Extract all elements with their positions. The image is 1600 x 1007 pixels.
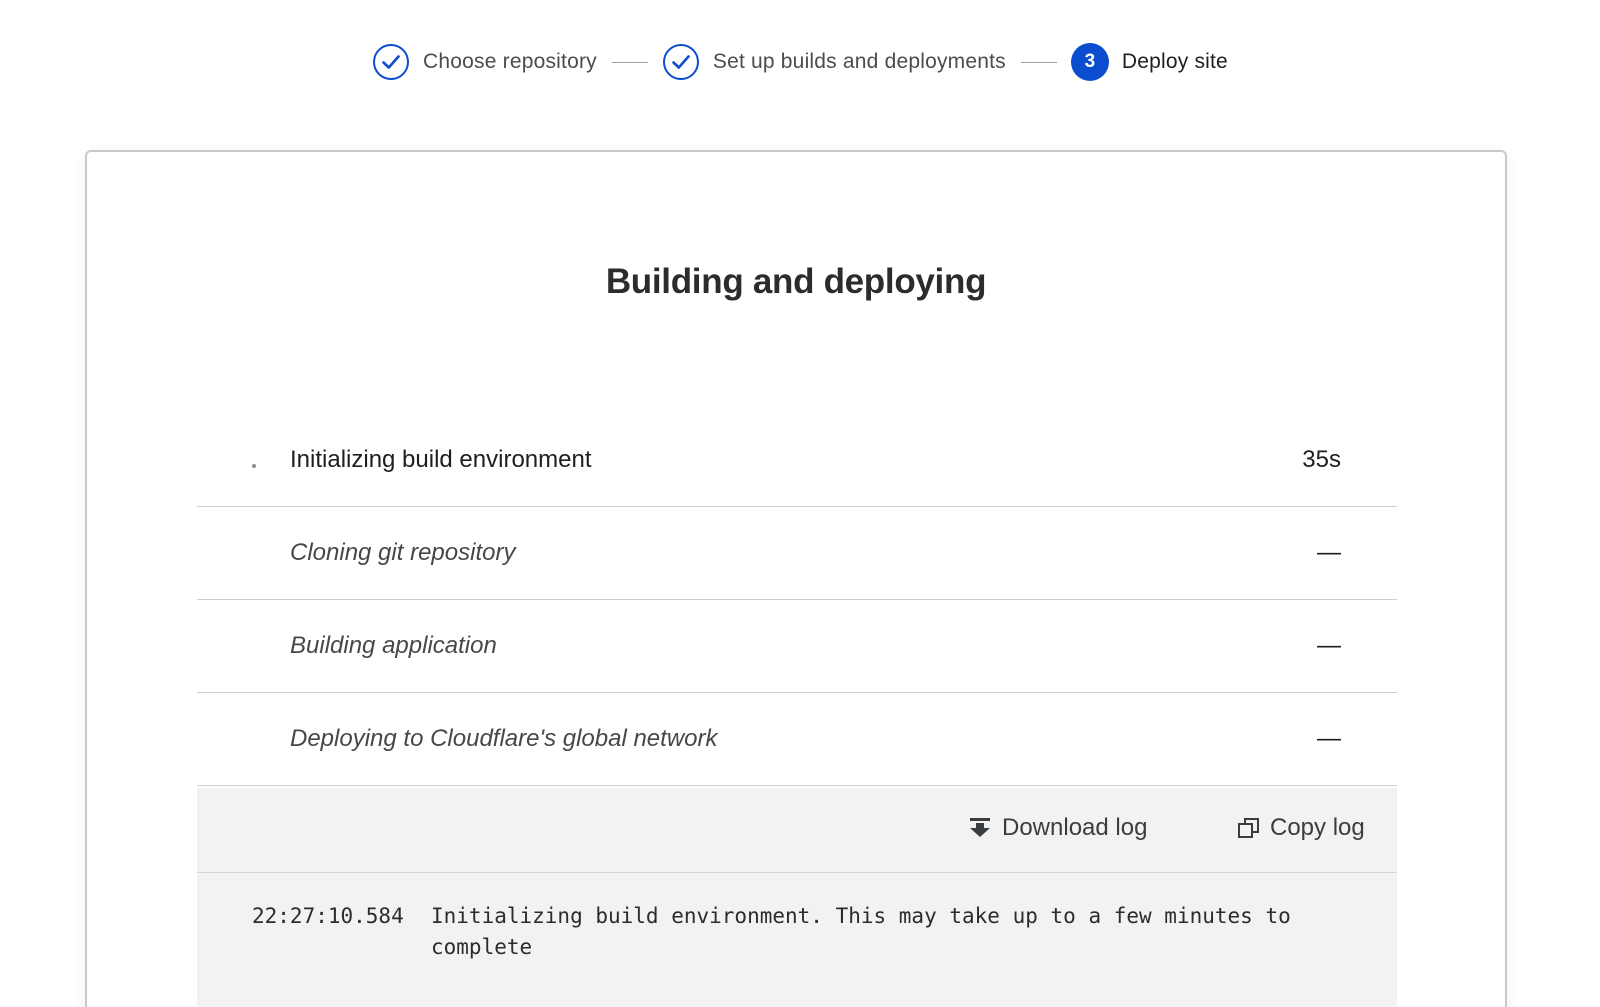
step-connector <box>1020 61 1057 63</box>
step-set-up-builds: Set up builds and deployments <box>662 43 1006 81</box>
page-title: Building and deploying <box>605 262 987 301</box>
build-step-label: Initializing build environment <box>290 446 592 473</box>
deploy-page: Choose repository Set up builds and depl… <box>0 0 1600 1007</box>
log-output: 22:27:10.584 Initializing build environm… <box>252 901 1352 963</box>
build-step-duration: — <box>1317 725 1341 752</box>
step-number-badge: 3 <box>1070 43 1109 81</box>
build-step-row: Initializing build environment 35s <box>197 414 1397 507</box>
log-timestamp: 22:27:10.584 <box>252 904 404 928</box>
build-step-label: Cloning git repository <box>290 539 516 566</box>
step-label: Set up builds and deployments <box>712 50 1006 73</box>
step-connector <box>611 61 648 63</box>
copy-log-label: Copy log <box>1270 814 1365 841</box>
build-step-duration: — <box>1317 539 1341 566</box>
build-steps-list: Initializing build environment 35s Cloni… <box>197 414 1397 786</box>
build-step-duration: — <box>1317 632 1341 659</box>
check-circle-icon <box>662 43 700 81</box>
build-step-label: Deploying to Cloudflare's global network <box>290 725 718 752</box>
copy-log-button[interactable]: Copy log <box>1237 814 1365 842</box>
log-message: Initializing build environment. This may… <box>431 904 1291 959</box>
build-step-row: Cloning git repository — <box>197 507 1397 600</box>
step-label: Deploy site <box>1121 50 1228 73</box>
log-toolbar: Download log Copy log <box>197 788 1397 873</box>
copy-icon <box>1238 818 1259 838</box>
log-line: 22:27:10.584 Initializing build environm… <box>252 901 1352 963</box>
build-log-panel: Download log Copy log 22:27:10.584 Initi… <box>197 788 1397 1007</box>
progress-dot-icon <box>252 464 256 468</box>
download-log-label: Download log <box>1002 814 1148 841</box>
step-deploy-site: 3 Deploy site <box>1070 43 1228 81</box>
build-step-label: Building application <box>290 632 497 659</box>
build-step-duration: 35s <box>1302 446 1341 473</box>
step-label: Choose repository <box>423 50 597 73</box>
build-step-row: Building application — <box>197 600 1397 693</box>
build-step-row: Deploying to Cloudflare's global network… <box>197 693 1397 786</box>
step-choose-repository: Choose repository <box>372 43 597 81</box>
download-log-button[interactable]: Download log <box>967 814 1147 842</box>
deployment-card: Building and deploying Initializing buil… <box>85 150 1507 1007</box>
download-icon <box>970 818 990 837</box>
check-circle-icon <box>372 43 410 81</box>
progress-stepper: Choose repository Set up builds and depl… <box>0 40 1600 84</box>
